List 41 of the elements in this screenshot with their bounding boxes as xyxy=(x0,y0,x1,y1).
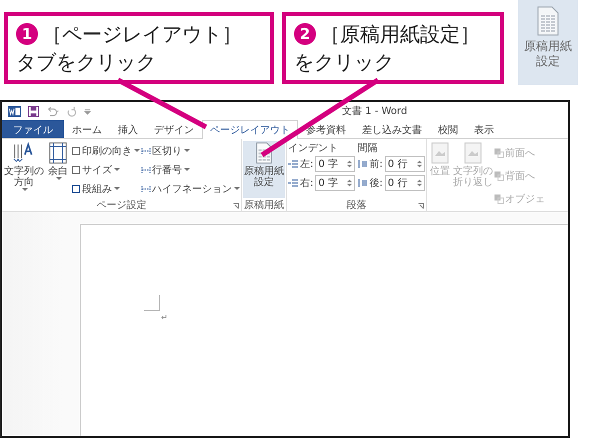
section-heading: 間隔 xyxy=(357,142,378,153)
window-title: 文書 1 - Word xyxy=(342,104,408,118)
spin-field[interactable]: 0 字 xyxy=(315,156,356,172)
group-label: 段落 xyxy=(346,198,366,212)
callout-text: をクリック xyxy=(294,49,394,76)
document-page[interactable]: ↵ xyxy=(80,224,568,436)
paragraph-mark: ↵ xyxy=(161,313,168,322)
ribbon-tab[interactable]: 表示 xyxy=(466,120,502,138)
ribbon-button[interactable]: 文字列の 方向 xyxy=(3,141,45,198)
ribbon-tab[interactable]: 校閲 xyxy=(430,120,466,138)
ribbon-tab[interactable]: デザイン xyxy=(146,120,202,138)
ribbon-button[interactable]: 余白 xyxy=(46,141,70,198)
ribbon-tab[interactable]: 挿入 xyxy=(110,120,146,138)
zoomed-button-label: 原稿用紙 xyxy=(524,39,572,54)
field-label: 前: xyxy=(369,158,383,171)
spin-field[interactable]: 0 行 xyxy=(384,175,425,191)
section-heading: インデント xyxy=(288,142,339,153)
spin-field[interactable]: 0 字 xyxy=(315,175,356,191)
zoomed-button-label: 設定 xyxy=(536,54,560,69)
callout-text: ［原稿用紙設定］ xyxy=(320,21,480,48)
ribbon-button[interactable]: 段組み xyxy=(71,182,140,196)
field-label: 後: xyxy=(369,177,383,190)
ribbon-button[interactable]: サイズ xyxy=(71,162,140,176)
manuscript-settings-button[interactable]: 原稿用紙 設定 xyxy=(243,141,285,198)
ribbon-tab[interactable]: ファイル xyxy=(2,120,64,138)
ribbon-tab[interactable]: ホーム xyxy=(64,120,110,138)
step-number: 1 xyxy=(16,23,38,45)
callout-text: タブをクリック xyxy=(16,49,156,76)
ribbon-button[interactable]: ハイフネーション xyxy=(141,182,240,196)
callout-text: ［ページレイアウト］ xyxy=(42,21,242,48)
spin-field[interactable]: 0 行 xyxy=(384,156,425,172)
group-label: 原稿用紙 xyxy=(244,198,284,212)
step-number: 2 xyxy=(294,23,316,45)
field-label: 左: xyxy=(300,158,314,171)
ribbon-tab[interactable]: ページレイアウト xyxy=(202,120,298,139)
field-label: 右: xyxy=(300,177,314,190)
group-label: ページ設定 xyxy=(96,198,146,212)
ribbon-button[interactable]: 行番号 xyxy=(141,162,240,176)
ribbon-button[interactable]: 区切り xyxy=(141,144,240,158)
ribbon-button[interactable]: 印刷の向き xyxy=(71,144,140,158)
ribbon-tab[interactable]: 差し込み文書 xyxy=(354,120,430,138)
